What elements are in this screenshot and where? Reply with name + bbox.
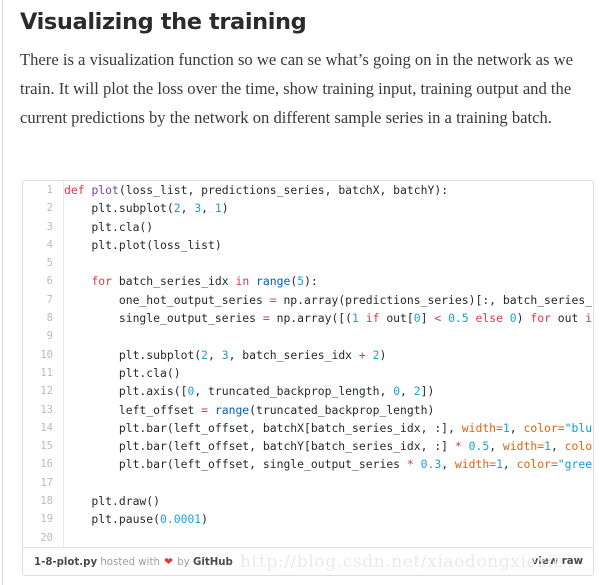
code-line: left_offset = range(truncated_backprop_l… bbox=[64, 402, 435, 417]
code-line: one_hot_output_series = np.array(predict… bbox=[64, 292, 593, 307]
code-line: plt.cla() bbox=[64, 365, 181, 380]
code-line: plt.bar(left_offset, batchY[batch_series… bbox=[64, 439, 593, 454]
view-raw-link[interactable]: view raw bbox=[532, 556, 583, 567]
article-container: Visualizing the training There is a visu… bbox=[0, 0, 600, 132]
code-gist-card: 1 2 3 4 5 6 7 8 9 10 11 12 13 14 15 16 1 bbox=[22, 180, 594, 576]
code-line: plt.axis([0, truncated_backprop_length, … bbox=[64, 384, 435, 399]
code-line: for batch_series_idx in range(5): bbox=[91, 274, 318, 289]
line-number: 4 bbox=[46, 238, 53, 251]
code-line: plt.subplot(2, 3, batch_series_idx + 2) bbox=[64, 347, 387, 362]
code-scroll-area[interactable]: 1 2 3 4 5 6 7 8 9 10 11 12 13 14 15 16 1 bbox=[23, 181, 593, 548]
code-line: plt.draw() bbox=[64, 494, 161, 509]
github-label[interactable]: GitHub bbox=[193, 557, 233, 568]
line-number: 1 bbox=[46, 184, 53, 196]
line-number: 11 bbox=[40, 366, 53, 379]
line-number: 18 bbox=[40, 495, 53, 508]
code-line: def plot(loss_list, predictions_series, … bbox=[64, 183, 449, 197]
intro-paragraph: There is a visualization function so we … bbox=[20, 50, 573, 128]
line-number: 10 bbox=[40, 348, 53, 361]
code-line: plt.plot(loss_list) bbox=[64, 237, 222, 252]
line-number: 5 bbox=[46, 257, 53, 270]
line-number: 3 bbox=[46, 220, 53, 233]
line-number: 7 bbox=[46, 293, 53, 306]
line-number-gutter: 1 2 3 4 5 6 7 8 9 10 11 12 13 14 15 16 1 bbox=[23, 181, 64, 547]
line-number: 13 bbox=[40, 403, 53, 416]
code-line: single_output_series = np.array([(1 if o… bbox=[64, 311, 593, 326]
code-line: plt.cla() bbox=[64, 219, 154, 234]
line-number: 2 bbox=[46, 202, 53, 215]
code-line: plt.bar(left_offset, single_output_serie… bbox=[64, 457, 593, 472]
code-line: plt.pause(0.0001) bbox=[64, 512, 209, 527]
code-line: plt.subplot(2, 3, 1) bbox=[64, 201, 229, 216]
line-number: 17 bbox=[40, 476, 53, 489]
hosted-with-label: hosted with bbox=[100, 556, 160, 568]
gist-meta: 1-8-plot.py hosted with ❤ by GitHub bbox=[34, 556, 233, 568]
line-number: 12 bbox=[40, 385, 53, 398]
heart-icon: ❤ bbox=[164, 555, 173, 568]
code-table: 1 2 3 4 5 6 7 8 9 10 11 12 13 14 15 16 1 bbox=[23, 181, 593, 547]
gist-footer: 1-8-plot.py hosted with ❤ by GitHub view… bbox=[23, 547, 593, 575]
line-number: 8 bbox=[46, 312, 53, 325]
code-lines: def plot(loss_list, predictions_series, … bbox=[63, 181, 593, 547]
line-number: 20 bbox=[40, 531, 53, 544]
line-number: 16 bbox=[40, 458, 53, 471]
line-number: 15 bbox=[40, 440, 53, 453]
gist-filename[interactable]: 1-8-plot.py bbox=[34, 557, 97, 568]
line-number: 19 bbox=[40, 513, 53, 526]
line-number: 14 bbox=[40, 421, 53, 434]
by-label: by bbox=[177, 556, 190, 568]
line-number: 6 bbox=[46, 275, 53, 288]
line-number: 9 bbox=[46, 330, 53, 343]
page-title: Visualizing the training bbox=[20, 9, 307, 35]
code-line: plt.bar(left_offset, batchX[batch_series… bbox=[64, 420, 593, 435]
